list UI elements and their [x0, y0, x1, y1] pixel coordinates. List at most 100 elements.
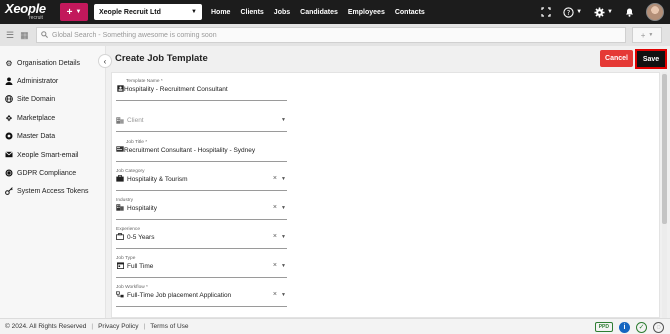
key-icon [4, 187, 14, 197]
field-value: Recruitment Consultant - Hospitality - S… [124, 147, 256, 154]
field-value: Full-Time Job placement Application [127, 292, 232, 299]
sidebar-item-label: Xeople Smart-email [17, 151, 79, 159]
nav-jobs[interactable]: Jobs [269, 9, 295, 16]
bell-icon[interactable] [625, 7, 634, 17]
gdpr-icon [4, 169, 14, 179]
nav-candidates[interactable]: Candidates [295, 9, 343, 16]
chevron-down-icon: ▼ [281, 234, 286, 240]
sidebar-item-marketplace[interactable]: ✥ Marketplace [0, 109, 105, 127]
page-title: Create Job Template [115, 53, 208, 64]
search-add-button[interactable]: + ▼ [632, 27, 662, 43]
global-search-input[interactable]: Global Search - Something awesome is com… [36, 27, 626, 43]
chevron-down-icon: ▼ [648, 32, 654, 38]
job-workflow-field[interactable]: Job Workflow * Full-Time Job placement A… [116, 285, 287, 307]
chevron-down-icon: ▼ [281, 117, 286, 123]
sidebar-item-label: Site Domain [17, 96, 56, 104]
settings-icon [4, 132, 14, 142]
terms-of-use-link[interactable]: Terms of Use [150, 323, 188, 330]
template-name-field[interactable]: Template Name * Hospitality - Recruitmen… [116, 79, 287, 101]
nav-home[interactable]: Home [206, 9, 235, 16]
nav-clients[interactable]: Clients [235, 9, 268, 16]
cancel-button[interactable]: Cancel [600, 50, 633, 67]
sidebar-item-administrator[interactable]: Administrator [0, 72, 105, 90]
search-row: ☰ ▦ Global Search - Something awesome is… [0, 24, 670, 46]
info-icon[interactable]: i [619, 321, 630, 333]
chevron-down-icon: ▼ [607, 9, 613, 15]
clear-icon[interactable]: × [273, 204, 277, 211]
nav-contacts[interactable]: Contacts [390, 9, 430, 16]
grid-view-icon[interactable]: ▦ [20, 30, 29, 41]
sidebar-collapse-button[interactable]: ‹ [98, 54, 112, 68]
clear-icon[interactable]: × [273, 175, 277, 182]
industry-field[interactable]: Industry Hospitality × ▼ [116, 198, 287, 220]
sidebar-item-organisation-details[interactable]: ⚙ Organisation Details [0, 54, 105, 72]
top-navbar: Xeople recruit + ▼ Xeople Recruit Ltd ▼ … [0, 0, 670, 24]
chevron-down-icon: ▼ [281, 205, 286, 211]
sidebar-item-gdpr-compliance[interactable]: GDPR Compliance [0, 164, 105, 182]
fullscreen-icon[interactable] [541, 7, 551, 17]
nav-employees[interactable]: Employees [343, 9, 390, 16]
sidebar-item-label: Organisation Details [17, 59, 81, 67]
chevron-down-icon: ▼ [576, 9, 583, 15]
sidebar-item-master-data[interactable]: Master Data [0, 128, 105, 146]
check-icon[interactable]: ✓ [636, 321, 647, 333]
sidebar-item-system-access-tokens[interactable]: System Access Tokens [0, 183, 105, 201]
field-value: 0-5 Years [127, 234, 155, 241]
field-label: Job Workflow * [116, 285, 148, 290]
sidebar-item-label: Master Data [17, 133, 56, 141]
briefcase-outline-icon [116, 233, 124, 242]
help-icon[interactable]: ? ▼ [563, 6, 583, 18]
xeople-logo[interactable]: Xeople recruit [0, 0, 56, 24]
globe-icon [4, 95, 14, 105]
scrollbar-thumb[interactable] [662, 74, 667, 224]
chevron-down-icon: ▼ [191, 9, 197, 15]
footer-divider: | [91, 323, 94, 330]
field-placeholder: Client [127, 117, 144, 124]
field-value: Hospitality & Tourism [127, 176, 188, 183]
building-icon [116, 204, 124, 213]
user-avatar[interactable] [646, 3, 664, 21]
job-title-field[interactable]: Job Title * Recruitment Consultant - Hos… [116, 140, 287, 162]
envelope-icon [4, 151, 14, 160]
settings-gear-icon[interactable]: ▼ [594, 7, 613, 18]
footer-status-icons: PPD i ✓ ◌ [594, 320, 664, 334]
chevron-down-icon: ▼ [281, 263, 286, 269]
chevron-down-icon: ▼ [281, 292, 286, 298]
plus-icon: + [66, 6, 73, 18]
plus-icon: + [640, 30, 646, 40]
job-type-field[interactable]: Job Type Full Time × ▼ [116, 256, 287, 278]
footer-divider: | [143, 323, 146, 330]
ppd-badge[interactable]: PPD [594, 322, 613, 332]
company-select[interactable]: Xeople Recruit Ltd ▼ [94, 4, 202, 20]
field-label: Job Category [116, 169, 145, 174]
chevron-left-icon: ‹ [103, 56, 107, 66]
sidebar-item-site-domain[interactable]: Site Domain [0, 91, 105, 109]
privacy-policy-link[interactable]: Privacy Policy [98, 323, 138, 330]
briefcase-icon [116, 174, 124, 184]
sidebar-item-smart-email[interactable]: Xeople Smart-email [0, 146, 105, 164]
clear-icon[interactable]: × [273, 291, 277, 298]
search-placeholder: Global Search - Something awesome is com… [52, 31, 217, 39]
list-view-icon[interactable]: ☰ [6, 30, 14, 41]
field-label: Experience [116, 227, 140, 232]
job-category-field[interactable]: Job Category Hospitality & Tourism × ▼ [116, 169, 287, 191]
view-toggle: ☰ ▦ [0, 30, 36, 41]
clear-icon[interactable]: × [273, 233, 277, 240]
field-value: Hospitality [127, 205, 157, 212]
top-icons: ? ▼ ▼ [541, 0, 670, 24]
clear-icon[interactable]: × [273, 262, 277, 269]
id-card-icon [116, 85, 124, 94]
workflow-icon [116, 291, 124, 300]
footer: © 2024. All Rights Reserved | Privacy Po… [0, 318, 670, 334]
calendar-icon [116, 262, 124, 271]
copyright-text: © 2024. All Rights Reserved [5, 323, 87, 330]
field-value: Hospitality - Recruitment Consultant [124, 86, 228, 93]
experience-field[interactable]: Experience 0-5 Years × ▼ [116, 227, 287, 249]
save-button[interactable]: Save [635, 49, 667, 69]
field-label: Industry [116, 198, 134, 203]
loading-icon[interactable]: ◌ [653, 321, 664, 333]
form-scrollbar[interactable] [662, 72, 667, 318]
client-field[interactable]: Client ▼ [116, 110, 287, 132]
quick-add-button[interactable]: + ▼ [60, 3, 88, 21]
chevron-down-icon: ▼ [281, 176, 286, 182]
